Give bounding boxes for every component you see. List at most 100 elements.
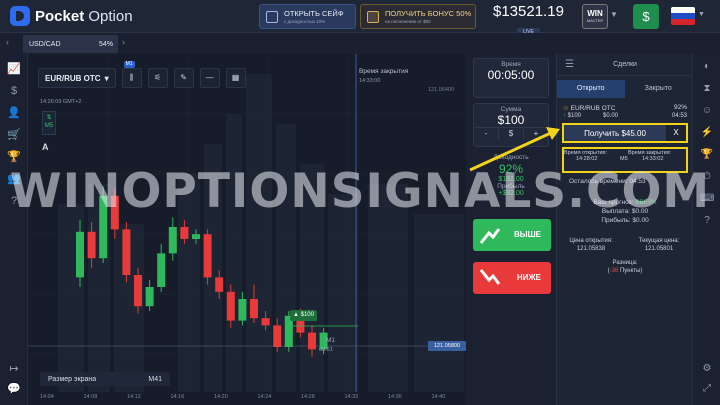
indicators-button[interactable]: ⚟ [147,68,168,88]
trophy-icon[interactable]: 🏆 [7,150,21,164]
pending-icon[interactable]: ⏱ [700,170,714,184]
screen-size-value: M41 [148,375,162,383]
line-button[interactable]: — [199,68,220,88]
star-icon: ☆ [563,105,569,112]
open-safe-button[interactable]: ОТКРЫТЬ СЕЙФ с доходностью 10% [259,4,356,29]
help-right-icon[interactable]: ? [700,214,714,228]
group-icon[interactable]: 👥 [7,172,21,186]
candle-body [145,287,154,307]
pair-selector[interactable]: EUR/RUB OTC ▾ [38,68,116,88]
sliders-icon: ⚟ [153,73,162,82]
chat-icon[interactable]: 💬 [7,382,21,396]
social-icon[interactable]: ☺ [700,104,714,118]
trade-marker-amount: $100 [300,312,314,318]
screen-size-label: Размер экрана [48,375,97,383]
diff-label: Разница: [612,260,638,266]
amount-plus-button[interactable]: + [524,128,548,140]
candle-body [273,325,282,347]
profit-label: Прибыль [497,183,525,190]
left-sidebar: 📈 $ 👤 🛒 🏆 👥 ? ↦ 💬 [0,54,28,405]
amount-minus-button[interactable]: - [474,128,499,140]
candle-body [99,195,108,259]
signals-icon[interactable]: ◐ [700,60,714,74]
time-tick: 14:28 [301,394,315,400]
chevron-down-icon[interactable]: ▼ [610,10,618,19]
tab-closed[interactable]: Закрыто [625,80,693,98]
tab-open[interactable]: Открыто [557,80,625,98]
call-button[interactable]: ВЫШЕ [473,219,551,251]
status-badge[interactable]: WIN МАСТЕР [582,4,608,29]
logo[interactable]: Pocket Option [10,6,133,26]
hotkeys-icon[interactable]: ⌨ [700,192,714,206]
time-tick: 14:20 [214,394,228,400]
close-time-value: 14:33:02 [642,156,664,162]
language-chevron-icon[interactable]: ▼ [698,11,705,18]
drawing-button[interactable]: ✎ [173,68,194,88]
screen-size-selector[interactable]: Размер экрана M41 [40,372,170,386]
time-tick: 14:04 [40,394,54,400]
deal-details: ↑ $100 $0.00 04:53 [563,113,687,119]
close-time-label: Время закрытия [359,68,409,75]
settings-icon[interactable]: ⚙ [700,362,714,376]
amount-currency-button[interactable]: $ [499,128,524,140]
open-price-label: Цена открытия: [569,238,613,244]
price-difference: Разница: (-38 Пункты) [607,260,643,274]
candle-body [203,234,212,278]
get-bonus-title: ПОЛУЧИТЬ БОНУС 50% [385,9,472,18]
layout-button[interactable]: ▦ [225,68,246,88]
candle-body [110,195,119,230]
current-price-label: Текущая цена: [638,238,680,244]
deals-icon[interactable]: ⧗ [700,82,714,96]
candle-timer-label: M1 [326,337,336,344]
put-button[interactable]: НИЖЕ [473,262,551,294]
deposit-button[interactable]: $ [633,4,659,29]
right-sidebar: ◐ ⧗ ☺ ⚡ 🏆 ⏱ ⌨ ? ⚙ ⤢ [692,54,720,405]
get-bonus-button[interactable]: ПОЛУЧИТЬ БОНУС 50% на пополнение от $50 [360,4,476,29]
indicator-label[interactable]: A [42,142,49,152]
tab-prev-icon[interactable]: ‹ [6,37,9,47]
express-icon[interactable]: ⚡ [700,126,714,140]
timeframe-button[interactable]: M1 ⫼ [121,61,142,88]
help-icon[interactable]: ? [7,194,21,208]
chart-toolbar: EUR/RUB OTC ▾ M1 ⫼ ⚟ ✎ — ▦ [38,61,246,88]
fullscreen-icon[interactable]: ⤢ [700,382,714,396]
open-safe-title: ОТКРЫТЬ СЕЙФ [284,9,344,18]
payout-value: Выплата: $0.00 [601,208,649,215]
asset-tab-usdcad[interactable]: USD/CAD 54% [23,35,118,53]
chart-icon[interactable]: 📈 [7,62,21,76]
early-close-x-button[interactable]: X [666,125,686,141]
candlestick-series [76,186,358,357]
open-time-value: 14:28:02 [576,156,598,162]
trade-marker[interactable]: ▲ $100 [290,310,317,321]
diff-unit: Пункты [619,268,641,274]
arrow-up-icon [479,228,501,244]
candle-body [122,229,131,275]
logout-icon[interactable]: ↦ [7,362,21,376]
early-close-button[interactable]: Получить $45.00 X [562,123,688,143]
cart-icon[interactable]: 🛒 [7,128,21,142]
price-chart[interactable]: EUR/RUB OTC ▾ M1 ⫼ ⚟ ✎ — ▦ 14:26:09 GMT+… [28,54,466,392]
pair-chevron-icon: ▾ [104,73,109,83]
tf-arrows-icon: ⇅ [46,115,52,121]
asset-tab-payout: 54% [98,40,113,48]
candle-body [87,231,96,259]
language-flag-icon[interactable] [671,7,695,25]
deal-row[interactable]: ☆ EUR/RUB OTC 92% [563,104,687,112]
amount-field[interactable]: Сумма $100 - $ + [473,103,549,147]
time-field[interactable]: Время 00:05:00 [473,58,549,98]
time-tick: 14:36 [388,394,402,400]
deal-time: 04:53 [671,113,687,119]
time-label: Время [501,61,521,68]
forecast-value: ВВЕРХ [635,199,657,206]
tf-label: M5 [44,123,54,129]
price-level-top: 121.06400 [428,87,454,93]
amount-value: $100 [497,113,525,127]
timeframe-badge: M1 [123,61,135,68]
timeframe-indicator[interactable]: ⇅ M5 [42,111,56,135]
trophy-right-icon[interactable]: 🏆 [700,148,714,162]
time-tick: 14:24 [257,394,272,400]
user-icon[interactable]: 👤 [7,106,21,120]
list-icon[interactable]: ☰ [565,59,574,70]
tab-next-icon[interactable]: › [122,37,125,47]
finance-icon[interactable]: $ [7,84,21,98]
